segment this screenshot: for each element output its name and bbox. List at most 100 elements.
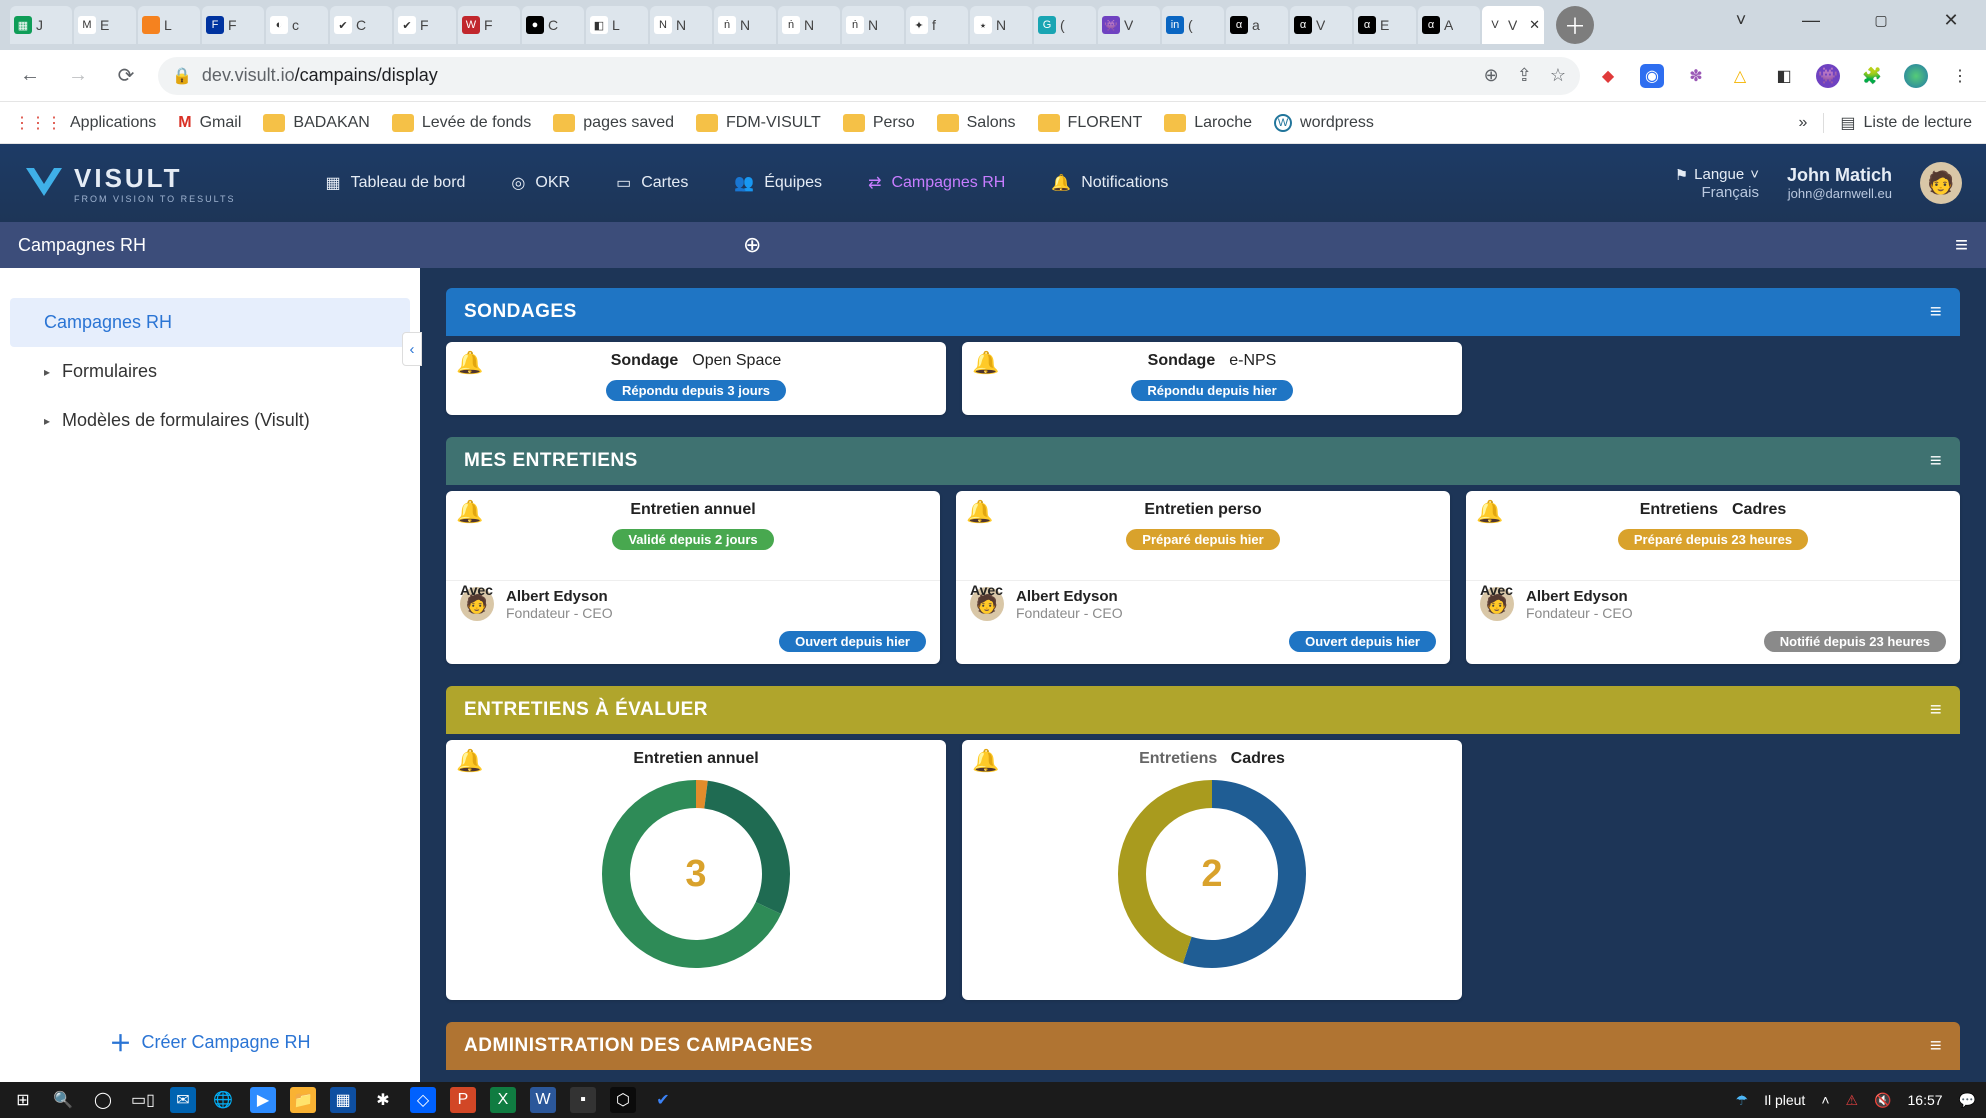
sidebar-item[interactable]: Campagnes RH bbox=[10, 298, 410, 347]
subheader-menu-icon[interactable]: ≡ bbox=[1955, 232, 1968, 258]
browser-tab[interactable]: ṅN bbox=[842, 6, 904, 44]
star-icon[interactable]: ☆ bbox=[1550, 65, 1566, 86]
tray-chevron-icon[interactable]: ˄ bbox=[1821, 1092, 1829, 1108]
browser-tab[interactable]: ṅN bbox=[778, 6, 840, 44]
browser-tab[interactable]: ◧L bbox=[586, 6, 648, 44]
browser-tab[interactable]: L bbox=[138, 6, 200, 44]
nav-back-button[interactable]: ← bbox=[14, 60, 46, 92]
ext-icon-alien[interactable]: 👾 bbox=[1816, 64, 1840, 88]
entretien-card[interactable]: 🔔 Entretien perso Préparé depuis hier Av… bbox=[956, 491, 1450, 664]
ext-icon-square[interactable]: ◧ bbox=[1772, 64, 1796, 88]
nav-notifications[interactable]: 🔔 Notifications bbox=[1051, 173, 1168, 193]
weather-icon[interactable]: ☂ bbox=[1736, 1092, 1749, 1109]
section-menu-icon[interactable]: ≡ bbox=[1930, 301, 1942, 324]
tray-volume-icon[interactable]: 🔇 bbox=[1874, 1092, 1891, 1109]
taskbar-slack-icon[interactable]: ✱ bbox=[370, 1087, 396, 1113]
bookmark-item[interactable]: Salons bbox=[937, 114, 1016, 132]
language-switcher[interactable]: ⚑ Langue ˅ Français bbox=[1675, 166, 1759, 201]
sidebar-item[interactable]: ▸Formulaires bbox=[0, 347, 420, 396]
ext-icon-ublock[interactable]: ◆ bbox=[1596, 64, 1620, 88]
sidebar-item[interactable]: ▸Modèles de formulaires (Visult) bbox=[0, 396, 420, 445]
window-dropdown-button[interactable]: ˅ bbox=[1706, 0, 1776, 40]
bookmark-overflow[interactable]: » bbox=[1798, 114, 1807, 132]
section-menu-icon[interactable]: ≡ bbox=[1930, 450, 1942, 473]
taskbar-excel-icon[interactable]: X bbox=[490, 1087, 516, 1113]
taskbar-check-icon[interactable]: ✔ bbox=[650, 1087, 676, 1113]
browser-tab[interactable]: ٭N bbox=[970, 6, 1032, 44]
browser-tab[interactable]: ✔C bbox=[330, 6, 392, 44]
window-maximize-button[interactable]: ▢ bbox=[1846, 0, 1916, 40]
nav-cards[interactable]: ▭ Cartes bbox=[616, 173, 688, 193]
browser-tab[interactable]: ●C bbox=[522, 6, 584, 44]
section-header-entretiens[interactable]: MES ENTRETIENS ≡ bbox=[446, 437, 1960, 485]
taskbar-zoom-icon[interactable]: ▶ bbox=[250, 1087, 276, 1113]
evaluer-card[interactable]: 🔔 Entretiens Cadres 2 bbox=[962, 740, 1462, 1000]
tray-notifications-icon[interactable]: 💬 bbox=[1959, 1092, 1976, 1109]
nav-dashboard[interactable]: ▦ Tableau de bord bbox=[326, 173, 466, 193]
browser-tab[interactable]: VV✕ bbox=[1482, 6, 1544, 44]
sondage-card[interactable]: 🔔 SondageOpen Space Répondu depuis 3 jou… bbox=[446, 342, 946, 415]
close-icon[interactable]: ✕ bbox=[1529, 17, 1540, 33]
browser-tab[interactable]: NN bbox=[650, 6, 712, 44]
start-button[interactable]: ⊞ bbox=[10, 1087, 36, 1113]
create-campaign-button[interactable]: ＋ Créer Campagne RH bbox=[0, 1008, 420, 1082]
taskbar-outlook-icon[interactable]: ✉ bbox=[170, 1087, 196, 1113]
brand-logo[interactable]: VISULT FROM VISION TO RESULTS bbox=[24, 163, 236, 204]
taskbar-dropbox-icon[interactable]: ◇ bbox=[410, 1087, 436, 1113]
browser-tab[interactable]: ṅN bbox=[714, 6, 776, 44]
browser-tab[interactable]: 👾V bbox=[1098, 6, 1160, 44]
browser-tab[interactable]: ◐c bbox=[266, 6, 328, 44]
nav-forward-button[interactable]: → bbox=[62, 60, 94, 92]
address-bar[interactable]: 🔒 dev.visult.io/campains/display ⊕ ⇪ ☆ bbox=[158, 57, 1580, 95]
ext-icon-purple[interactable]: ✽ bbox=[1684, 64, 1708, 88]
nav-reload-button[interactable]: ⟳ bbox=[110, 60, 142, 92]
taskbar-word-icon[interactable]: W bbox=[530, 1087, 556, 1113]
user-menu[interactable]: John Matich john@darnwell.eu bbox=[1787, 165, 1892, 201]
profile-avatar-icon[interactable] bbox=[1904, 64, 1928, 88]
section-menu-icon[interactable]: ≡ bbox=[1930, 1035, 1942, 1058]
entretien-card[interactable]: 🔔 EntretiensCadres Préparé depuis 23 heu… bbox=[1466, 491, 1960, 664]
bookmark-item[interactable]: Perso bbox=[843, 114, 915, 132]
user-avatar[interactable]: 🧑 bbox=[1920, 162, 1962, 204]
nav-okr[interactable]: ◎ OKR bbox=[511, 173, 570, 193]
taskbar-hex-icon[interactable]: ⬡ bbox=[610, 1087, 636, 1113]
ext-icon-drive[interactable]: △ bbox=[1728, 64, 1752, 88]
ext-icon-blue[interactable]: ◉ bbox=[1640, 64, 1664, 88]
taskbar-cortana-icon[interactable]: ◯ bbox=[90, 1087, 116, 1113]
browser-tab[interactable]: ✔F bbox=[394, 6, 456, 44]
browser-tab[interactable]: αa bbox=[1226, 6, 1288, 44]
browser-tab[interactable]: G( bbox=[1034, 6, 1096, 44]
section-header-evaluer[interactable]: ENTRETIENS À ÉVALUER ≡ bbox=[446, 686, 1960, 734]
add-button[interactable]: ⊕ bbox=[743, 232, 761, 258]
taskbar-chrome-icon[interactable]: 🌐 bbox=[210, 1087, 236, 1113]
share-icon[interactable]: ⇪ bbox=[1517, 65, 1532, 86]
zoom-icon[interactable]: ⊕ bbox=[1484, 65, 1499, 86]
new-tab-button[interactable]: ＋ bbox=[1556, 6, 1594, 44]
browser-tab[interactable]: in( bbox=[1162, 6, 1224, 44]
bookmark-item[interactable]: Wwordpress bbox=[1274, 114, 1374, 132]
reading-list-button[interactable]: ▤ Liste de lecture bbox=[1823, 113, 1972, 133]
taskbar-powerpoint-icon[interactable]: P bbox=[450, 1087, 476, 1113]
browser-tab[interactable]: FF bbox=[202, 6, 264, 44]
entretien-card[interactable]: 🔔 Entretien annuel Validé depuis 2 jours… bbox=[446, 491, 940, 664]
window-minimize-button[interactable]: — bbox=[1776, 0, 1846, 40]
browser-tab[interactable]: αE bbox=[1354, 6, 1416, 44]
taskbar-search-icon[interactable]: 🔍 bbox=[50, 1087, 76, 1113]
browser-tab[interactable]: ▦J bbox=[10, 6, 72, 44]
browser-tab[interactable]: WF bbox=[458, 6, 520, 44]
bookmark-item[interactable]: MGmail bbox=[178, 114, 241, 132]
browser-tab[interactable]: αA bbox=[1418, 6, 1480, 44]
bookmark-apps[interactable]: ⋮⋮⋮ Applications bbox=[14, 113, 156, 133]
taskbar-explorer-icon[interactable]: 📁 bbox=[290, 1087, 316, 1113]
bookmark-item[interactable]: FLORENT bbox=[1038, 114, 1143, 132]
ext-icon-puzzle[interactable]: 🧩 bbox=[1860, 64, 1884, 88]
browser-tab[interactable]: αV bbox=[1290, 6, 1352, 44]
browser-tab[interactable]: ME bbox=[74, 6, 136, 44]
evaluer-card[interactable]: 🔔 Entretien annuel 3 bbox=[446, 740, 946, 1000]
sondage-card[interactable]: 🔔 Sondagee-NPS Répondu depuis hier bbox=[962, 342, 1462, 415]
window-close-button[interactable]: ✕ bbox=[1916, 0, 1986, 40]
taskbar-calculator-icon[interactable]: ▦ bbox=[330, 1087, 356, 1113]
nav-teams[interactable]: 👥 Équipes bbox=[734, 173, 822, 193]
taskbar-app-icon[interactable]: ▪ bbox=[570, 1087, 596, 1113]
browser-tab[interactable]: ✦f bbox=[906, 6, 968, 44]
